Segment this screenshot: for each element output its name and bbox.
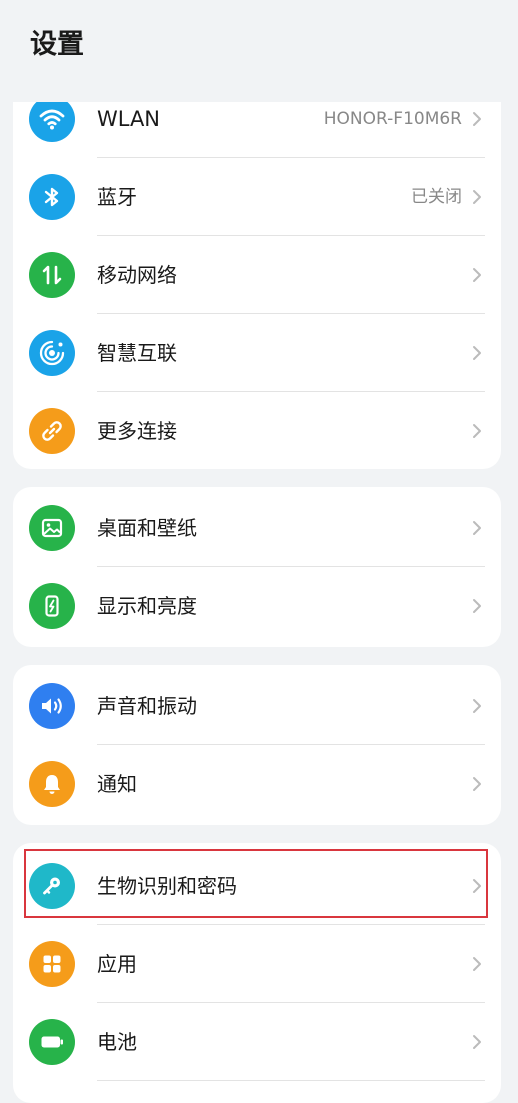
chevron-right-icon <box>473 699 481 713</box>
settings-item-smart-connect[interactable]: 智慧互联 <box>13 314 501 392</box>
settings-item-apps[interactable]: 应用 <box>13 925 501 1003</box>
settings-item-label: 应用 <box>97 952 137 976</box>
chevron-right-icon <box>473 521 481 535</box>
chevron-right-icon <box>473 879 481 893</box>
divider <box>97 1080 485 1081</box>
image-icon <box>29 505 75 551</box>
chevron-right-icon <box>473 190 481 204</box>
settings-item-label: 显示和亮度 <box>97 594 197 618</box>
settings-item-display-brightness[interactable]: 显示和亮度 <box>13 567 501 645</box>
brightness-icon <box>29 583 75 629</box>
settings-item-label: 通知 <box>97 772 137 796</box>
settings-item-notifications[interactable]: 通知 <box>13 745 501 823</box>
settings-item-label: 蓝牙 <box>97 185 137 209</box>
settings-item-label: 移动网络 <box>97 263 177 287</box>
chevron-right-icon <box>473 268 481 282</box>
security-group: 生物识别和密码 应用 电池 <box>13 843 501 1103</box>
settings-item-sound-vibration[interactable]: 声音和振动 <box>13 667 501 745</box>
chevron-right-icon <box>473 1035 481 1049</box>
wlan-network-name: HONOR-F10M6R <box>323 109 462 129</box>
connectivity-group: WLAN HONOR-F10M6R 蓝牙 已关闭 移动网络 智慧互联 更多连接 <box>13 80 501 469</box>
link-icon <box>29 408 75 454</box>
settings-item-label: 智慧互联 <box>97 341 177 365</box>
settings-item-mobile-network[interactable]: 移动网络 <box>13 236 501 314</box>
settings-item-battery[interactable]: 电池 <box>13 1003 501 1081</box>
settings-item-biometrics-password[interactable]: 生物识别和密码 <box>13 847 501 925</box>
settings-item-label: 生物识别和密码 <box>97 874 237 898</box>
bell-icon <box>29 761 75 807</box>
battery-icon <box>29 1019 75 1065</box>
mobile-data-icon <box>29 252 75 298</box>
settings-item-label: 电池 <box>97 1030 137 1054</box>
key-icon <box>29 863 75 909</box>
smart-connect-icon <box>29 330 75 376</box>
chevron-right-icon <box>473 424 481 438</box>
speaker-icon <box>29 683 75 729</box>
settings-item-label: 桌面和壁纸 <box>97 516 197 540</box>
bluetooth-status: 已关闭 <box>411 187 462 207</box>
chevron-right-icon <box>473 599 481 613</box>
bluetooth-icon <box>29 174 75 220</box>
display-group: 桌面和壁纸 显示和亮度 <box>13 487 501 647</box>
settings-item-label: 更多连接 <box>97 419 177 443</box>
chevron-right-icon <box>473 112 481 126</box>
settings-item-wallpaper[interactable]: 桌面和壁纸 <box>13 489 501 567</box>
chevron-right-icon <box>473 777 481 791</box>
chevron-right-icon <box>473 957 481 971</box>
wifi-icon <box>29 96 75 142</box>
settings-item-label: 声音和振动 <box>97 694 197 718</box>
settings-item-bluetooth[interactable]: 蓝牙 已关闭 <box>13 158 501 236</box>
header: 设置 <box>0 0 518 102</box>
apps-grid-icon <box>29 941 75 987</box>
settings-item-more-connections[interactable]: 更多连接 <box>13 392 501 469</box>
chevron-right-icon <box>473 346 481 360</box>
page-title: 设置 <box>30 29 84 60</box>
sound-group: 声音和振动 通知 <box>13 665 501 825</box>
settings-item-label: WLAN <box>97 107 161 131</box>
